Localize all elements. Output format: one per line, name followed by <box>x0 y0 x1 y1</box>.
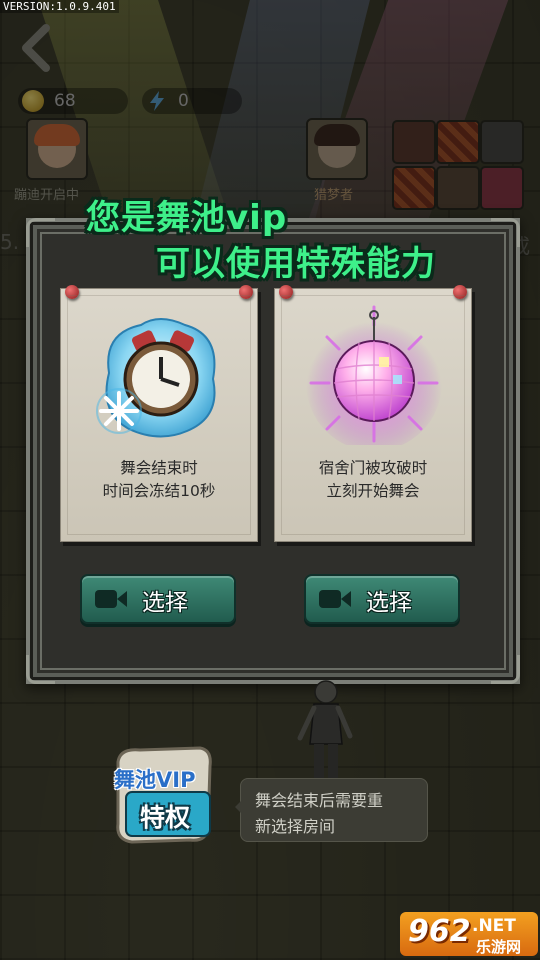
tooltip-line2: 新选择房间 <box>255 817 336 836</box>
version-label: VERSION:1.0.9.401 <box>0 0 119 13</box>
video-camera-icon <box>95 590 127 608</box>
vip-badge-line1: 舞池VIP <box>114 768 196 792</box>
select-dance-label: 选择 <box>366 590 412 616</box>
ability-card-freeze[interactable]: 舞会结束时 时间会冻结10秒 <box>60 285 258 542</box>
watermark-suffix: .NET <box>472 916 516 936</box>
panel-corner <box>491 655 520 684</box>
watermark-brand: 962 <box>408 914 471 949</box>
pin-icon <box>65 285 79 299</box>
ability-card-dance[interactable]: 宿舍门被攻破时 立刻开始舞会 <box>274 285 472 542</box>
tooltip-bubble: 舞会结束后需要重 新选择房间 <box>235 778 428 842</box>
watermark-site: 乐游网 <box>476 938 522 956</box>
headline-line1: 您是舞池vip <box>86 198 288 238</box>
select-freeze-label: 选择 <box>142 590 188 616</box>
dancer-character <box>297 680 353 784</box>
disco-ball-icon <box>306 305 442 445</box>
tooltip-line1: 舞会结束后需要重 <box>255 791 384 810</box>
card-dance-line2: 立刻开始舞会 <box>326 482 420 500</box>
vip-privilege-badge[interactable]: 舞池VIP 特权 <box>110 744 214 844</box>
panel-corner <box>491 218 520 247</box>
vip-badge-line2: 特权 <box>140 803 191 832</box>
panel-corner <box>26 655 55 684</box>
watermark-logo: 962 .NET 乐游网 <box>400 910 538 958</box>
select-freeze-button[interactable]: 选择 <box>80 574 236 624</box>
card-freeze-line1: 舞会结束时 <box>120 459 198 477</box>
pin-icon <box>239 285 253 299</box>
headline-line2: 可以使用特殊能力 <box>156 244 436 284</box>
pin-icon <box>279 285 293 299</box>
card-dance-line1: 宿舍门被攻破时 <box>318 459 428 477</box>
video-camera-icon <box>319 590 351 608</box>
panel-corner <box>26 218 55 247</box>
card-freeze-line2: 时间会冻结10秒 <box>102 482 216 500</box>
pin-icon <box>453 285 467 299</box>
select-dance-button[interactable]: 选择 <box>304 574 460 624</box>
frozen-clock-icon <box>96 318 216 438</box>
